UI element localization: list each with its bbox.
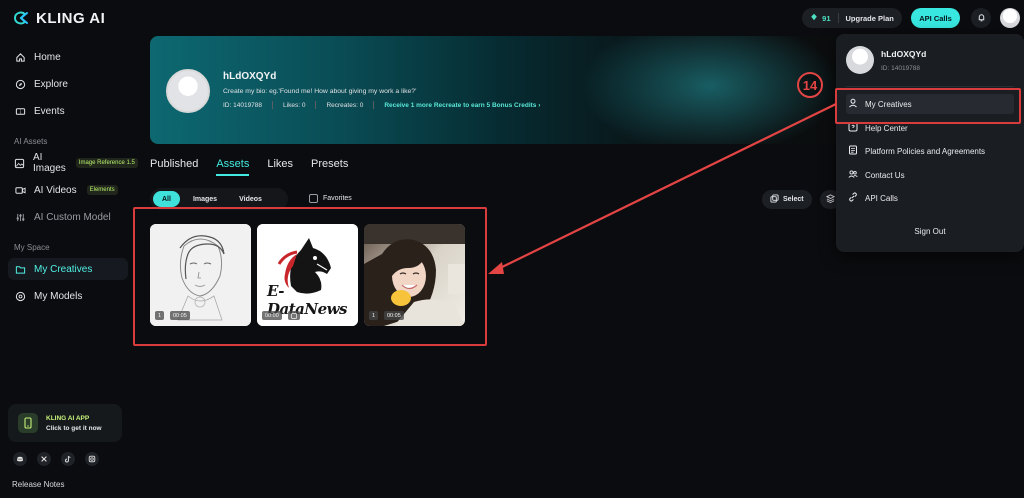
sidebar-item-label: Explore — [34, 78, 68, 90]
ticket-icon — [14, 105, 26, 117]
home-icon — [14, 51, 26, 63]
divider — [315, 101, 317, 109]
image-icon — [14, 157, 25, 169]
sidebar-item-events[interactable]: Events — [8, 100, 128, 122]
instagram-icon[interactable] — [85, 452, 99, 466]
menu-item-label: API Calls — [865, 193, 898, 203]
filter-all[interactable]: All — [153, 191, 180, 207]
credits-upgrade-pill[interactable]: 91 Upgrade Plan — [802, 8, 902, 28]
dropdown-username: hLdOXQYd — [881, 49, 927, 59]
user-menu-dropdown: hLdOXQYd ID: 14019788 My Creatives Help … — [836, 34, 1024, 252]
dropdown-user-id: ID: 14019788 — [881, 65, 921, 72]
select-icon — [770, 194, 779, 205]
sidebar-item-ai-videos[interactable]: AI Videos Elements — [8, 179, 128, 201]
favorites-label: Favorites — [323, 195, 352, 202]
menu-item-label: Help Center — [865, 123, 908, 133]
promo-text: Receive 1 more Recreate to earn 5 Bonus … — [384, 101, 537, 109]
divider — [373, 101, 375, 109]
filter-images[interactable]: Images — [184, 191, 226, 207]
discord-icon[interactable] — [13, 452, 27, 466]
contacts-icon — [848, 169, 858, 181]
tiktok-icon[interactable] — [61, 452, 75, 466]
bonus-credits-promo-link[interactable]: Receive 1 more Recreate to earn 5 Bonus … — [384, 102, 540, 109]
section-label-my-space: My Space — [14, 243, 50, 252]
select-label: Select — [783, 196, 804, 203]
dropdown-avatar — [846, 46, 874, 74]
upgrade-plan-button[interactable]: Upgrade Plan — [846, 14, 894, 23]
link-icon — [848, 192, 858, 204]
divider — [272, 101, 274, 109]
tab-assets[interactable]: Assets — [216, 158, 250, 176]
x-twitter-icon[interactable] — [37, 452, 51, 466]
credits-count: 91 — [822, 13, 831, 23]
tab-published[interactable]: Published — [150, 158, 198, 176]
profile-likes: Likes: 0 — [283, 101, 306, 109]
sidebar-item-label: My Models — [34, 290, 83, 302]
favorites-checkbox[interactable] — [309, 194, 318, 203]
chevron-right-icon: › — [538, 101, 541, 109]
app-card-subtitle: Click to get it now — [46, 424, 102, 432]
profile-name: hLdOXQYd — [223, 71, 277, 82]
kling-logo-icon — [12, 9, 30, 27]
section-label-ai-assets: AI Assets — [14, 137, 48, 146]
sidebar-item-explore[interactable]: Explore — [8, 73, 128, 95]
menu-item-contact-us[interactable]: Contact Us — [846, 165, 1014, 185]
release-notes-link[interactable]: Release Notes — [12, 480, 64, 489]
folder-icon — [14, 263, 26, 275]
profile-stats: ID: 14019788 Likes: 0 Recreates: 0 Recei… — [223, 101, 540, 109]
api-calls-button[interactable]: API Calls — [911, 8, 960, 28]
sidebar-item-ai-images[interactable]: AI Images Image Reference 1.5 — [8, 152, 138, 174]
app-download-card[interactable]: KLING AI APP Click to get it now — [8, 404, 122, 442]
menu-item-api-calls[interactable]: API Calls — [846, 188, 1014, 208]
filter-videos[interactable]: Videos — [230, 191, 271, 207]
compass-icon — [14, 78, 26, 90]
document-icon — [848, 145, 858, 157]
sidebar-item-label: Events — [34, 105, 65, 117]
sidebar-item-label: AI Images — [33, 152, 66, 174]
credits-gem-icon — [810, 13, 818, 23]
profile-recreates: Recreates: 0 — [326, 101, 364, 109]
sidebar-item-home[interactable]: Home — [8, 46, 128, 68]
profile-avatar[interactable] — [166, 69, 210, 113]
brand-name: KLING AI — [36, 9, 106, 27]
menu-item-label: Contact Us — [865, 170, 905, 180]
video-icon — [14, 184, 26, 196]
profile-id: ID: 14019788 — [223, 101, 263, 109]
layers-icon — [825, 194, 836, 205]
phone-icon — [18, 413, 38, 433]
sidebar-item-label: My Creatives — [34, 263, 93, 275]
tab-likes[interactable]: Likes — [267, 158, 293, 176]
step-marker: 14 — [797, 72, 823, 98]
brand-logo[interactable]: KLING AI — [12, 9, 105, 27]
menu-highlight-frame — [835, 88, 1021, 124]
sidebar-item-label: Home — [34, 51, 61, 63]
feature-tag: Image Reference 1.5 — [75, 158, 138, 168]
select-button[interactable]: Select — [762, 190, 812, 209]
menu-item-platform-policies[interactable]: Platform Policies and Agreements — [846, 141, 1014, 161]
sidebar-item-ai-custom-model[interactable]: AI Custom Model — [8, 206, 128, 228]
assets-highlight-frame — [133, 207, 487, 346]
social-links — [13, 452, 99, 466]
sidebar: KLING AI Home Explore Events AI Assets A… — [0, 0, 138, 498]
user-avatar-button[interactable] — [1000, 8, 1020, 28]
app-card-title: KLING AI APP — [46, 414, 90, 422]
sidebar-item-label: AI Custom Model — [34, 211, 111, 223]
tab-presets[interactable]: Presets — [311, 158, 348, 176]
menu-item-label: Platform Policies and Agreements — [865, 146, 986, 156]
sidebar-item-my-models[interactable]: My Models — [8, 285, 128, 307]
favorites-toggle[interactable]: Favorites — [309, 194, 352, 203]
sidebar-item-label: AI Videos — [34, 184, 77, 196]
profile-bio[interactable]: Create my bio: eg.'Found me! How about g… — [223, 88, 416, 95]
sliders-icon — [14, 211, 26, 223]
bell-icon — [977, 13, 986, 24]
notifications-button[interactable] — [971, 8, 991, 28]
divider — [846, 86, 1014, 87]
feature-tag: Elements — [86, 185, 118, 195]
divider — [837, 13, 839, 23]
sign-out-button[interactable]: Sign Out — [836, 227, 1024, 236]
sidebar-item-my-creatives[interactable]: My Creatives — [8, 258, 128, 280]
content-tabs: Published Assets Likes Presets — [150, 158, 348, 176]
model-icon — [14, 290, 26, 302]
